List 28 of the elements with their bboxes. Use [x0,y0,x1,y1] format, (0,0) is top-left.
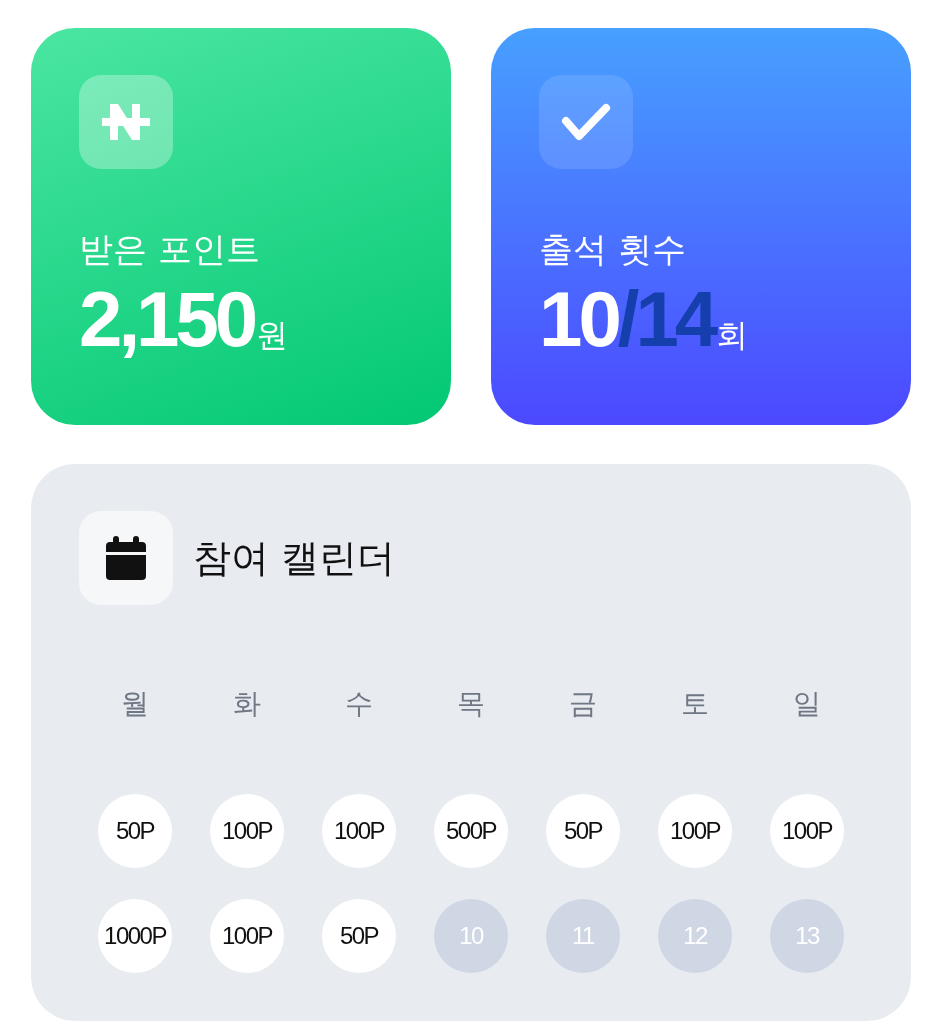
calendar-title: 참여 캘린더 [193,534,396,582]
day-cell: 100P [322,794,396,868]
weekday-label: 금 [569,686,597,722]
weekday-label: 수 [345,686,373,722]
stat-value: 10 [539,279,618,358]
weekday-label: 월 [121,686,149,722]
day-cell: 100P [770,794,844,868]
currency-icon [100,102,152,142]
day-cell: 500P [434,794,508,868]
day-cell: 100P [210,899,284,973]
day-cell: 100P [210,794,284,868]
stat-label: 받은 포인트 [79,229,261,270]
day-cell: 50P [546,794,620,868]
weekday-label: 토 [681,686,709,722]
stat-label: 출석 횟수 [539,229,687,270]
stat-unit: 원 [256,318,289,351]
day-cell: 50P [98,794,172,868]
day-cell: 1000P [98,899,172,973]
check-icon [561,103,611,141]
day-cell: 100P [658,794,732,868]
calendar-icon [104,536,148,580]
stat-value: 2,150 [79,279,255,358]
weekday-label: 목 [457,686,485,722]
stat-unit: 회 [716,318,749,351]
day-cell: 50P [322,899,396,973]
stat-total: /14 [617,279,715,358]
weekday-label: 화 [233,686,261,722]
weekday-label: 일 [793,686,821,722]
